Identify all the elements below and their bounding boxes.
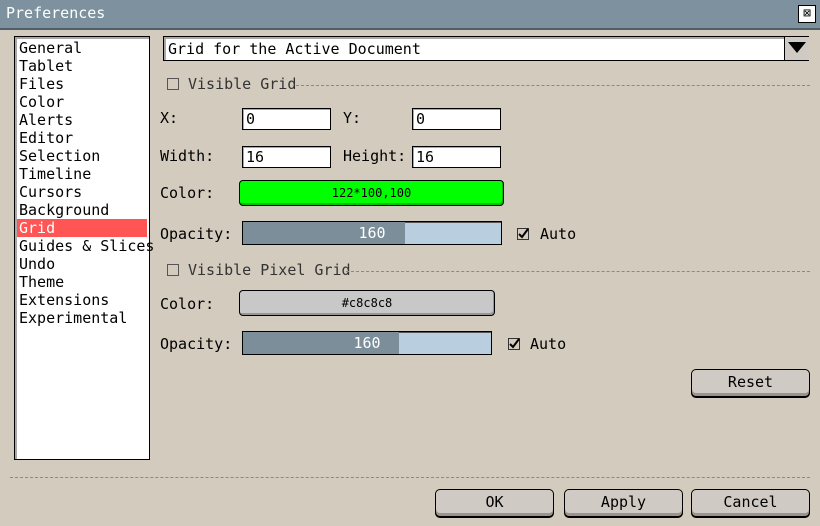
grid-color-button[interactable]: 122*100,100	[239, 180, 504, 206]
sidebar-item-color[interactable]: Color	[17, 93, 147, 111]
sidebar-item-timeline[interactable]: Timeline	[17, 165, 147, 183]
pixel-grid-separator	[346, 271, 810, 272]
sidebar-item-selection[interactable]: Selection	[17, 147, 147, 165]
sidebar-item-cursors[interactable]: Cursors	[17, 183, 147, 201]
sidebar-item-guides-slices[interactable]: Guides & Slices	[17, 237, 154, 255]
pixel-grid-opacity-slider[interactable]: 160	[242, 331, 492, 355]
sidebar-item-files[interactable]: Files	[17, 75, 147, 93]
y-input[interactable]: 0	[412, 108, 501, 130]
grid-opacity-value: 160	[358, 224, 386, 242]
sidebar-item-alerts[interactable]: Alerts	[17, 111, 147, 129]
width-label: Width:	[160, 147, 215, 165]
height-label: Height:	[343, 147, 407, 165]
sidebar-item-general[interactable]: General	[17, 39, 147, 57]
visible-pixel-grid-label[interactable]: Visible Pixel Grid	[188, 261, 351, 279]
dropdown-button[interactable]	[784, 37, 809, 60]
pixel-grid-auto-label[interactable]: Auto	[530, 335, 566, 353]
visible-pixel-grid-checkbox[interactable]	[167, 264, 179, 276]
apply-button[interactable]: Apply	[564, 489, 683, 517]
pixel-grid-opacity-value: 160	[353, 334, 381, 352]
visible-grid-label[interactable]: Visible Grid	[188, 75, 296, 93]
section-list[interactable]: General Tablet Files Color Alerts Editor…	[14, 36, 154, 460]
sidebar-item-editor[interactable]: Editor	[17, 129, 147, 147]
ok-button[interactable]: OK	[435, 489, 554, 517]
pixel-grid-color-label: Color:	[160, 295, 215, 313]
grid-separator	[296, 85, 810, 86]
title-bar[interactable]: Preferences ⊠	[0, 0, 820, 30]
cancel-button[interactable]: Cancel	[691, 489, 810, 517]
reset-button[interactable]: Reset	[691, 369, 810, 397]
grid-auto-label[interactable]: Auto	[540, 225, 576, 243]
triangle-down-icon	[788, 42, 806, 53]
sidebar-item-undo[interactable]: Undo	[17, 255, 147, 273]
bottom-separator	[10, 477, 810, 478]
grid-color-label: Color:	[160, 184, 215, 202]
grid-scope-select[interactable]: Grid for the Active Document	[163, 36, 809, 61]
window-title: Preferences	[6, 4, 106, 22]
sidebar-item-theme[interactable]: Theme	[17, 273, 147, 291]
pixel-grid-opacity-label: Opacity:	[160, 335, 233, 353]
sidebar-item-background[interactable]: Background	[17, 201, 147, 219]
x-input[interactable]: 0	[242, 108, 331, 130]
x-label: X:	[160, 109, 179, 127]
height-input[interactable]: 16	[412, 146, 501, 168]
grid-auto-checkbox[interactable]	[517, 228, 529, 240]
y-label: Y:	[343, 109, 362, 127]
sidebar-item-extensions[interactable]: Extensions	[17, 291, 147, 309]
sidebar-item-tablet[interactable]: Tablet	[17, 57, 147, 75]
grid-opacity-label: Opacity:	[160, 225, 233, 243]
visible-grid-checkbox[interactable]	[167, 78, 179, 90]
pixel-grid-auto-checkbox[interactable]	[508, 338, 520, 350]
sidebar-item-grid[interactable]: Grid	[17, 219, 147, 237]
grid-opacity-slider[interactable]: 160	[242, 221, 502, 245]
grid-scope-value: Grid for the Active Document	[168, 40, 421, 58]
width-input[interactable]: 16	[242, 146, 331, 168]
sidebar-item-experimental[interactable]: Experimental	[17, 309, 147, 327]
pixel-grid-color-button[interactable]: #c8c8c8	[239, 290, 495, 316]
preferences-window: Preferences ⊠ General Tablet Files Color…	[0, 0, 820, 526]
close-icon[interactable]: ⊠	[798, 5, 816, 23]
